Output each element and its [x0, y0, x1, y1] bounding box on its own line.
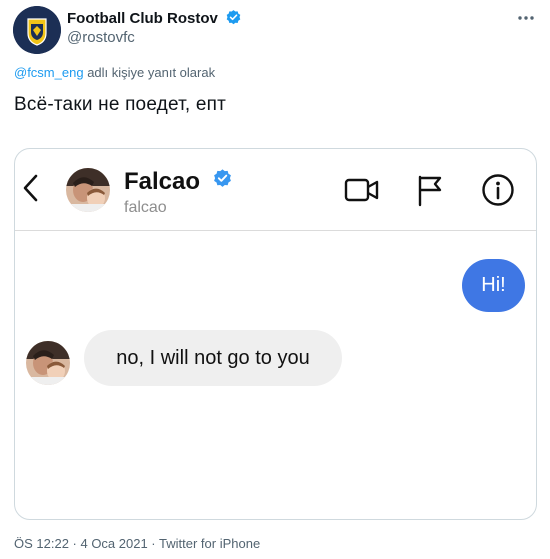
- more-icon[interactable]: [516, 8, 536, 28]
- author-avatar[interactable]: [13, 6, 61, 54]
- reply-context-text: adlı kişiye yanıt olarak: [87, 65, 216, 80]
- incoming-message-bubble: no, I will not go to you: [84, 330, 342, 386]
- back-icon: [23, 174, 38, 202]
- reply-mention-link[interactable]: @fcsm_eng: [14, 65, 84, 80]
- info-icon: [482, 174, 514, 206]
- verified-icon: [226, 10, 241, 25]
- outgoing-message-bubble: Hi!: [462, 259, 525, 312]
- author-name[interactable]: Football Club Rostov: [67, 9, 242, 27]
- reply-context: @fcsm_eng adlı kişiye yanıt olarak: [14, 65, 215, 80]
- dm-contact-name-text: Falcao: [124, 168, 201, 195]
- tweet-text: Всё-таки не поедет, епт: [14, 94, 227, 115]
- tweet-media-screenshot[interactable]: Falcao falcao Hi! no, I will not go to y…: [14, 148, 537, 520]
- tweet-timestamp-source[interactable]: ÖS 12:22 · 4 Oca 2021 · Twitter for iPho…: [14, 536, 260, 551]
- video-call-icon: [344, 178, 379, 202]
- dm-header: Falcao falcao: [15, 149, 536, 231]
- dm-contact-name: Falcao: [124, 168, 233, 196]
- dm-contact-username: falcao: [124, 199, 167, 216]
- message-sender-avatar: [26, 341, 70, 385]
- flag-icon: [418, 175, 442, 207]
- author-name-text: Football Club Rostov: [67, 10, 218, 27]
- tweet: Football Club Rostov @rostovfc @fcsm_eng…: [0, 0, 550, 559]
- dm-avatar: [66, 168, 110, 212]
- author-handle[interactable]: @rostovfc: [67, 29, 135, 46]
- verified-icon: [213, 169, 231, 187]
